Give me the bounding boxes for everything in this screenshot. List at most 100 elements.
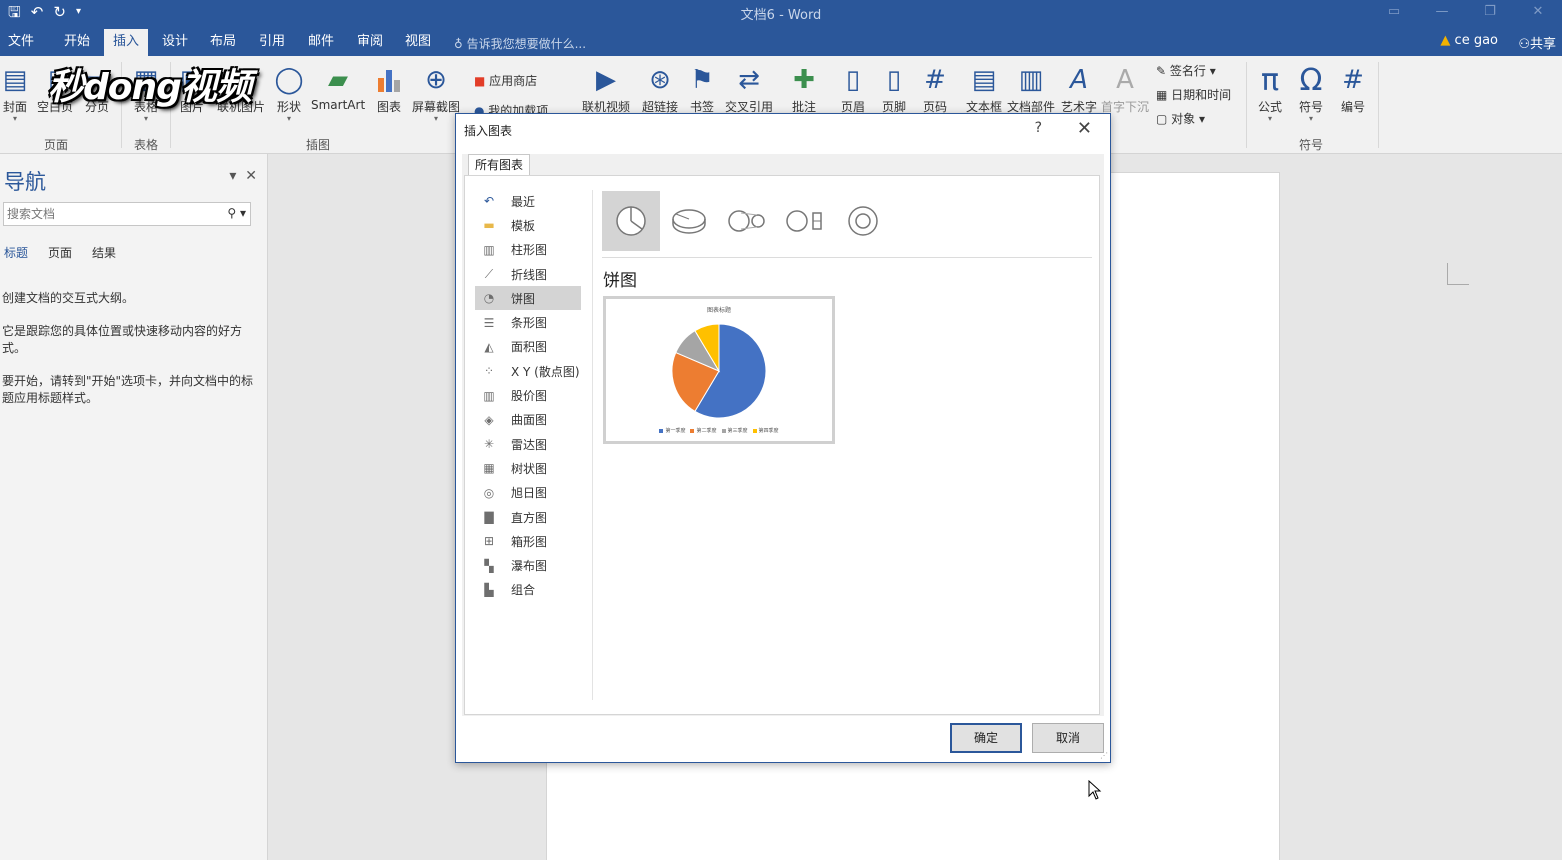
nav-tab-pages[interactable]: 页面 xyxy=(48,244,72,261)
tab-references[interactable]: 引用 xyxy=(259,31,285,56)
nav-options-icon[interactable]: ▾ xyxy=(229,168,236,184)
tab-all-charts[interactable]: 所有图表 xyxy=(468,154,531,176)
page-number-button[interactable]: # 页码 xyxy=(922,62,948,115)
group-illustrations: 插图 xyxy=(306,138,331,152)
chart-type-item[interactable]: ▦ 树状图 xyxy=(475,456,581,480)
shapes-button[interactable]: ◯ 形状 ▾ xyxy=(274,62,303,123)
navigation-pane: 导航 ▾ ✕ ⚲ ▾ 标题 页面 结果 创建文档的交互式大纲。 它是跟踪您的具体… xyxy=(0,154,268,860)
nav-help-text-2: 它是跟踪您的具体位置或快速移动内容的好方式。 xyxy=(2,324,243,355)
chart-type-item[interactable]: ◈ 曲面图 xyxy=(475,408,581,432)
subtype-doughnut[interactable] xyxy=(834,191,892,251)
chart-type-item[interactable]: ◎ 旭日图 xyxy=(475,481,581,505)
tab-review[interactable]: 审阅 xyxy=(357,31,383,56)
legend-label: 第一季度 xyxy=(665,428,686,434)
chart-type-label: 直方图 xyxy=(511,510,548,525)
share-button[interactable]: ⚇共享 xyxy=(1518,33,1556,52)
area-chart-icon: ◭ xyxy=(484,339,494,354)
equation-button[interactable]: π 公式 ▾ xyxy=(1256,62,1284,123)
chart-type-label: 组合 xyxy=(511,583,536,598)
subtype-bar-of-pie[interactable] xyxy=(776,191,834,251)
chart-type-item[interactable]: ▚ 瀑布图 xyxy=(475,553,581,577)
nav-tabs: 标题 页面 结果 xyxy=(4,244,116,261)
quick-parts-button[interactable]: ▥ 文档部件 xyxy=(1006,62,1056,115)
smartart-button[interactable]: ▰ SmartArt xyxy=(311,62,365,112)
ribbon-display-icon[interactable]: ▭ xyxy=(1370,0,1418,24)
search-input[interactable] xyxy=(4,203,214,225)
nav-tab-headings[interactable]: 标题 xyxy=(4,244,28,261)
chart-preview[interactable]: 图表标题 第一季度 第二季度 第三季度 第四季度 xyxy=(603,296,835,444)
help-button[interactable]: ? xyxy=(1035,120,1042,136)
comment-button[interactable]: ✚ 批注 xyxy=(790,62,818,115)
chart-type-item[interactable]: ▬ 模板 xyxy=(475,213,581,237)
chart-type-item[interactable]: ☰ 条形图 xyxy=(475,310,581,334)
window-title: 文档6 - Word xyxy=(740,8,822,23)
ok-button[interactable]: 确定 xyxy=(950,723,1022,753)
calendar-icon: ▦ xyxy=(1156,88,1172,102)
header-button[interactable]: ▯ 页眉 xyxy=(840,62,866,115)
tab-home[interactable]: 开始 xyxy=(64,31,90,56)
legend-swatch xyxy=(659,428,664,433)
tab-layout[interactable]: 布局 xyxy=(210,31,236,56)
resize-grip-icon[interactable]: ⋰ xyxy=(1100,751,1108,760)
cross-reference-button[interactable]: ⇄ 交叉引用 xyxy=(724,62,774,115)
textbox-button[interactable]: ▤ 文本框 xyxy=(965,62,1003,115)
chart-type-item[interactable]: ◭ 面积图 xyxy=(475,335,581,359)
close-icon[interactable]: ✕ xyxy=(1077,118,1092,139)
close-window-icon[interactable]: ✕ xyxy=(1514,0,1562,24)
store-button[interactable]: ■ 应用商店 xyxy=(474,72,537,89)
chart-type-item[interactable]: ↶ 最近 xyxy=(475,189,581,213)
chart-type-label: 树状图 xyxy=(511,461,548,476)
chart-type-heading: 饼图 xyxy=(603,271,637,291)
cover-page-icon: ▤ xyxy=(2,65,28,95)
nav-tab-results[interactable]: 结果 xyxy=(92,244,116,261)
online-video-button[interactable]: ▶ 联机视频 xyxy=(581,62,631,115)
chart-type-item[interactable]: ⟋ 折线图 xyxy=(475,262,581,286)
wordart-icon: A xyxy=(1070,65,1088,95)
recent-icon: ↶ xyxy=(483,194,495,209)
cancel-button[interactable]: 取消 xyxy=(1032,723,1104,753)
tab-file[interactable]: 文件 xyxy=(8,31,34,56)
subtype-3d-pie[interactable] xyxy=(660,191,718,251)
chart-type-item[interactable]: ▇ 直方图 xyxy=(475,505,581,529)
chart-type-item[interactable]: ✳ 雷达图 xyxy=(475,432,581,456)
chart-type-label: 曲面图 xyxy=(511,413,548,428)
chart-type-label: 条形图 xyxy=(511,316,548,331)
tell-me-box[interactable]: ♁ 告诉我您想要做什么... xyxy=(454,35,586,52)
chart-type-item[interactable]: ▙ 组合 xyxy=(475,578,581,602)
chart-type-item[interactable]: ▥ 股价图 xyxy=(475,383,581,407)
wordart-button[interactable]: A 艺术字 xyxy=(1060,62,1098,115)
subtype-pie[interactable] xyxy=(602,191,660,251)
textbox-icon: ▤ xyxy=(971,65,997,95)
restore-icon[interactable]: ❐ xyxy=(1466,0,1514,24)
cover-page-button[interactable]: ▤ 封面 ▾ xyxy=(2,62,28,123)
watermark-logo: 秒dong视频 xyxy=(48,67,252,108)
chart-type-item[interactable]: ◔ 饼图 xyxy=(475,286,581,311)
chart-type-item[interactable]: ⁘ X Y (散点图) xyxy=(475,359,581,383)
tab-mailings[interactable]: 邮件 xyxy=(308,31,334,56)
user-account[interactable]: ▲ ce gao xyxy=(1440,33,1498,48)
subtype-pie-of-pie[interactable] xyxy=(718,191,776,251)
date-time-button[interactable]: ▦ 日期和时间 xyxy=(1156,86,1231,103)
symbol-button[interactable]: Ω 符号 ▾ xyxy=(1297,62,1325,123)
chart-type-item[interactable]: ⊞ 箱形图 xyxy=(475,529,581,553)
chart-button[interactable]: 图表 xyxy=(375,62,403,115)
search-icon[interactable]: ⚲ ▾ xyxy=(227,206,246,220)
tab-view[interactable]: 视图 xyxy=(405,31,431,56)
tab-insert[interactable]: 插入 xyxy=(104,29,149,56)
footer-button[interactable]: ▯ 页脚 xyxy=(881,62,907,115)
bookmark-button[interactable]: ⚑ 书签 xyxy=(689,62,715,115)
number-button[interactable]: # 编号 xyxy=(1339,62,1367,115)
chart-type-item[interactable]: ▥ 柱形图 xyxy=(475,238,581,262)
chart-type-label: 最近 xyxy=(511,194,536,209)
tab-design[interactable]: 设计 xyxy=(162,31,188,56)
hyperlink-button[interactable]: ⊛ 超链接 xyxy=(641,62,679,115)
chart-type-label: 面积图 xyxy=(511,340,548,355)
minimize-icon[interactable]: — xyxy=(1418,0,1466,24)
dropcap-button[interactable]: A 首字下沉 xyxy=(1100,62,1150,115)
online-video-icon: ▶ xyxy=(596,65,616,95)
nav-close-icon[interactable]: ✕ xyxy=(245,168,257,184)
screenshot-button[interactable]: ⊕ 屏幕截图 ▾ xyxy=(411,62,461,123)
group-symbols: 符号 xyxy=(1299,138,1324,152)
signature-line-button[interactable]: ✎ 签名行 ▾ xyxy=(1156,62,1216,79)
object-button[interactable]: ▢ 对象 ▾ xyxy=(1156,110,1205,127)
